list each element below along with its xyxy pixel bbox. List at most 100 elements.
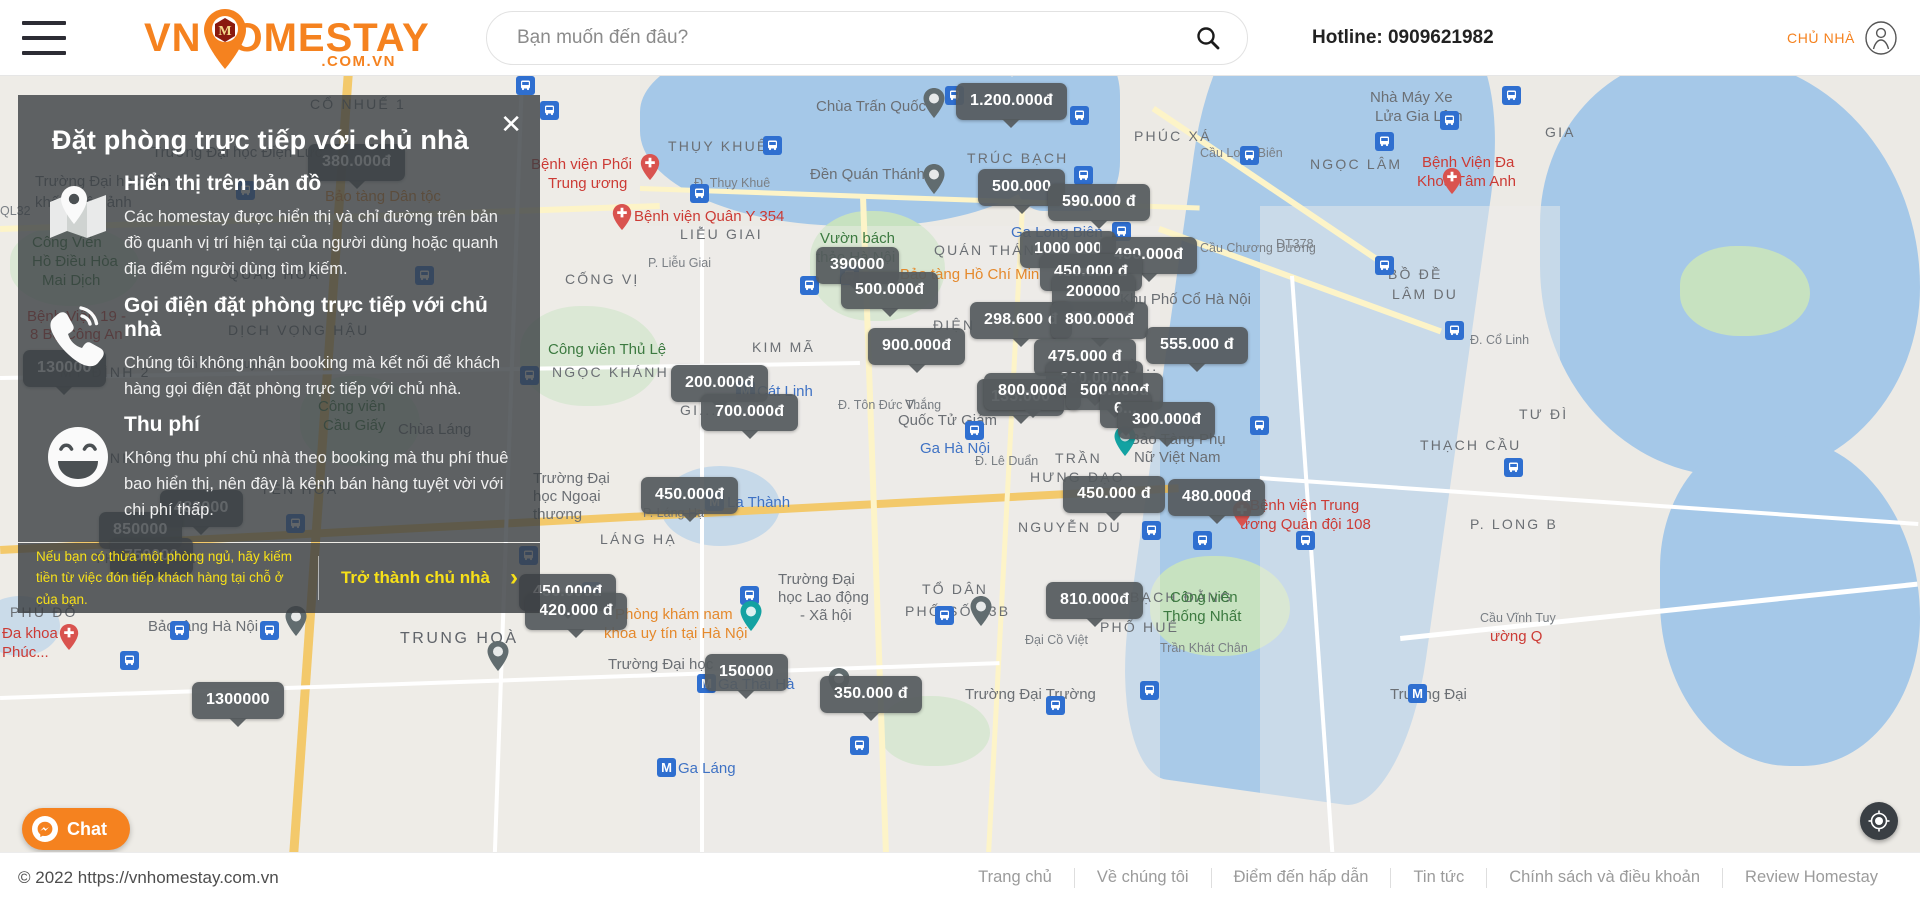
feature-text: Các homestay được hiển thị và chỉ đường …	[124, 208, 499, 278]
hospital-icon[interactable]	[59, 624, 79, 650]
footer-link[interactable]: Chính sách và điều khoản	[1487, 868, 1722, 887]
price-marker[interactable]: 450.000đ	[641, 477, 739, 514]
hospital-icon[interactable]	[640, 154, 660, 180]
locate-me-icon[interactable]	[1860, 802, 1898, 840]
bus-stop-icon[interactable]	[516, 76, 535, 95]
bus-stop-icon[interactable]	[1502, 86, 1521, 105]
footer-link[interactable]: Trang chủ	[956, 868, 1074, 887]
bus-stop-icon[interactable]	[1250, 416, 1269, 435]
bus-stop-icon[interactable]	[1375, 132, 1394, 151]
bus-stop-icon[interactable]	[1046, 696, 1065, 715]
price-marker[interactable]: 1300000	[192, 682, 284, 719]
price-marker[interactable]: 700.000đ	[701, 394, 799, 431]
poi-pin-icon[interactable]	[487, 641, 509, 671]
bus-stop-icon[interactable]	[965, 421, 984, 440]
search-bar[interactable]	[486, 10, 1248, 65]
map-pin-logo-icon: M	[204, 8, 246, 69]
site-header: VNHOMESTAY M .COM.VN Hotline: 0909621982…	[0, 0, 1920, 76]
feature-item-call: Gọi điện đặt phòng trực tiếp với chủ nhà…	[32, 288, 516, 403]
svg-text:M: M	[218, 24, 231, 39]
become-host-label: Trở thành chủ nhà	[340, 568, 491, 587]
account-host-link[interactable]: CHỦ NHÀ	[1787, 20, 1898, 55]
price-marker[interactable]: 1.200.000đ	[956, 83, 1067, 120]
search-icon[interactable]	[1195, 25, 1221, 51]
price-marker[interactable]: 300.000đ	[1118, 402, 1216, 439]
bus-stop-icon[interactable]	[170, 621, 189, 640]
feature-text: Chúng tôi không nhận booking mà kết nối …	[124, 353, 501, 398]
feature-text: Không thu phí chủ nhà theo booking mà th…	[124, 449, 509, 520]
close-icon[interactable]: ✕	[500, 111, 522, 137]
copyright-text: © 2022 https://vnhomestay.com.vn	[18, 867, 279, 887]
bus-stop-icon[interactable]	[1375, 256, 1394, 275]
bus-stop-icon[interactable]	[120, 651, 139, 670]
hospital-icon[interactable]	[612, 204, 632, 230]
footer-link[interactable]: Về chúng tôi	[1075, 868, 1211, 887]
metro-station-icon[interactable]: M	[1408, 684, 1427, 703]
footer-nav: Trang chủ Về chúng tôi Điểm đến hấp dẫn Tin…	[956, 867, 1900, 888]
bus-stop-icon[interactable]	[1240, 146, 1259, 165]
logo-domain: .COM.VN	[321, 52, 396, 70]
price-marker[interactable]: 150000	[705, 654, 788, 691]
price-marker[interactable]: 800.000đ	[1051, 302, 1149, 339]
hotline-text: Hotline: 0909621982	[1312, 26, 1494, 48]
poi-pin-icon[interactable]	[740, 601, 762, 631]
hamburger-icon[interactable]	[22, 20, 66, 55]
phone-call-icon	[32, 288, 124, 372]
become-host-button[interactable]: Trở thành chủ nhà ›	[319, 564, 540, 592]
chat-label: Chat	[67, 818, 107, 839]
price-marker[interactable]: 590.000 đ	[1048, 184, 1150, 221]
bus-stop-icon[interactable]	[763, 136, 782, 155]
hamburger-bar	[22, 20, 66, 25]
price-marker[interactable]: 810.000đ	[1046, 582, 1144, 619]
bus-stop-icon[interactable]	[1296, 531, 1315, 550]
poi-pin-icon[interactable]	[970, 596, 992, 626]
price-marker[interactable]: 555.000 đ	[1146, 327, 1248, 364]
footer-link[interactable]: Điểm đến hấp dẫn	[1212, 868, 1391, 887]
price-marker[interactable]: 350.000 đ	[820, 676, 922, 713]
price-marker[interactable]: 500.000đ	[841, 272, 939, 309]
smiley-face-icon	[32, 407, 124, 491]
site-logo[interactable]: VNHOMESTAY M .COM.VN	[144, 8, 429, 70]
site-footer: © 2022 https://vnhomestay.com.vn Trang c…	[0, 852, 1920, 902]
park-area	[1680, 246, 1810, 336]
price-marker[interactable]: 480.000đ	[1168, 479, 1266, 516]
metro-station-icon[interactable]: M	[657, 758, 676, 777]
feature-heading: Thu phí	[124, 413, 200, 437]
info-modal: ✕ Đặt phòng trực tiếp với chủ nhà Hiển t…	[18, 95, 540, 542]
feature-item-fee: Thu phí Không thu phí chủ nhà theo booki…	[32, 407, 516, 524]
bus-stop-icon[interactable]	[260, 621, 279, 640]
feature-item-map: Hiển thị trên bản đồ Các homestay được h…	[32, 166, 516, 283]
bus-stop-icon[interactable]	[935, 606, 954, 625]
bus-stop-icon[interactable]	[1440, 111, 1459, 130]
bus-stop-icon[interactable]	[1142, 521, 1161, 540]
price-marker[interactable]: 450.000 đ	[1063, 476, 1165, 513]
poi-pin-icon[interactable]	[923, 164, 945, 194]
price-marker[interactable]: 420.000 đ	[525, 593, 627, 630]
bus-stop-icon[interactable]	[690, 184, 709, 203]
messenger-icon	[32, 816, 58, 842]
bus-stop-icon[interactable]	[1140, 681, 1159, 700]
footer-link[interactable]: Review Homestay	[1723, 868, 1900, 887]
user-avatar-icon[interactable]	[1864, 20, 1898, 55]
bus-stop-icon[interactable]	[540, 101, 559, 120]
bus-stop-icon[interactable]	[1504, 458, 1523, 477]
map-location-icon	[32, 166, 124, 250]
footer-link[interactable]: Tin tức	[1391, 868, 1486, 887]
logo-text-part1: VN	[144, 15, 202, 60]
bus-stop-icon[interactable]	[1193, 531, 1212, 550]
hospital-icon[interactable]	[1442, 168, 1462, 194]
become-host-banner: Nếu bạn có thừa một phòng ngủ, hãy kiếm …	[18, 543, 540, 613]
city-block	[1260, 206, 1560, 902]
price-marker[interactable]: 900.000đ	[868, 328, 966, 365]
bus-stop-icon[interactable]	[1074, 166, 1093, 185]
search-input[interactable]	[487, 26, 1195, 49]
account-label: CHỦ NHÀ	[1787, 29, 1855, 46]
water-body	[1660, 436, 1920, 766]
bus-stop-icon[interactable]	[1070, 106, 1089, 125]
bus-stop-icon[interactable]	[850, 736, 869, 755]
poi-pin-icon[interactable]	[923, 88, 945, 118]
feature-heading: Gọi điện đặt phòng trực tiếp với chủ nhà	[124, 293, 488, 341]
bus-stop-icon[interactable]	[1445, 321, 1464, 340]
chat-button[interactable]: Chat	[22, 808, 130, 850]
become-host-text: Nếu bạn có thừa một phòng ngủ, hãy kiếm …	[36, 548, 292, 607]
